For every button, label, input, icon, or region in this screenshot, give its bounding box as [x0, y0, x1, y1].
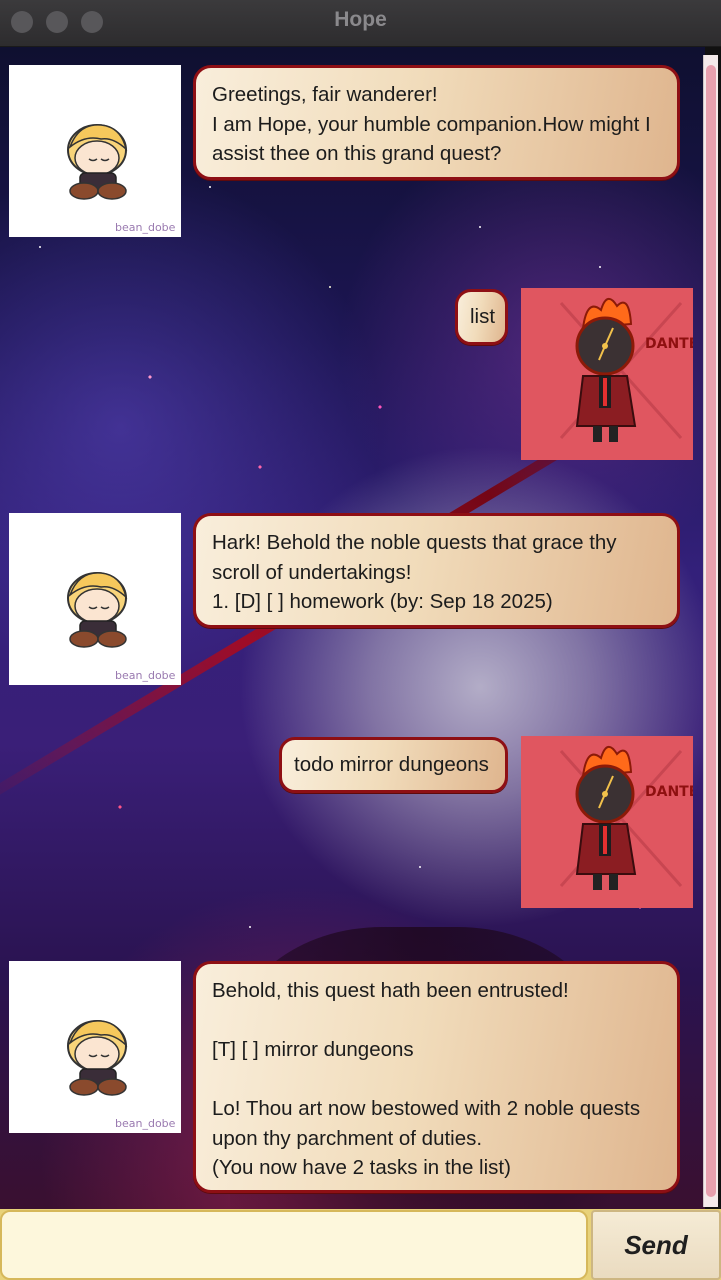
- user-message-bubble: todo mirror dungeons: [279, 737, 508, 793]
- user-avatar: DANTE: [521, 736, 698, 908]
- window-title: Hope: [334, 8, 387, 31]
- dante-clock-head-icon: DANTE: [559, 746, 698, 890]
- hope-signature: bean_dobe: [115, 1117, 176, 1130]
- bot-message-bubble: Behold, this quest hath been entrusted! …: [193, 961, 680, 1193]
- title-bar: Hope: [0, 0, 721, 47]
- hope-signature: bean_dobe: [115, 669, 176, 682]
- message-input[interactable]: [0, 1210, 588, 1280]
- user-avatar: DANTE: [521, 288, 698, 460]
- chat-scrollbar[interactable]: [703, 55, 718, 1207]
- hope-avatar: bean_dobe: [9, 513, 181, 685]
- chat-scroll-pane[interactable]: bean_dobe Greetings, fair wanderer! I am…: [0, 47, 705, 1209]
- dante-clock-head-icon: DANTE: [559, 298, 698, 442]
- hope-signature: bean_dobe: [115, 221, 176, 234]
- dante-label: DANTE: [645, 336, 693, 352]
- scrollbar-thumb[interactable]: [706, 65, 716, 1197]
- hope-chibi-icon: bean_dobe: [67, 572, 176, 682]
- bot-message-bubble: Hark! Behold the noble quests that grace…: [193, 513, 680, 628]
- bot-message-bubble: Greetings, fair wanderer! I am Hope, you…: [193, 65, 680, 180]
- hope-avatar: bean_dobe: [9, 65, 181, 237]
- dante-label: DANTE: [645, 784, 693, 800]
- hope-chibi-icon: bean_dobe: [67, 1020, 176, 1130]
- send-button[interactable]: Send: [591, 1210, 721, 1280]
- hope-avatar: bean_dobe: [9, 961, 181, 1133]
- user-message-bubble: list: [455, 289, 508, 345]
- hope-chibi-icon: bean_dobe: [67, 124, 176, 234]
